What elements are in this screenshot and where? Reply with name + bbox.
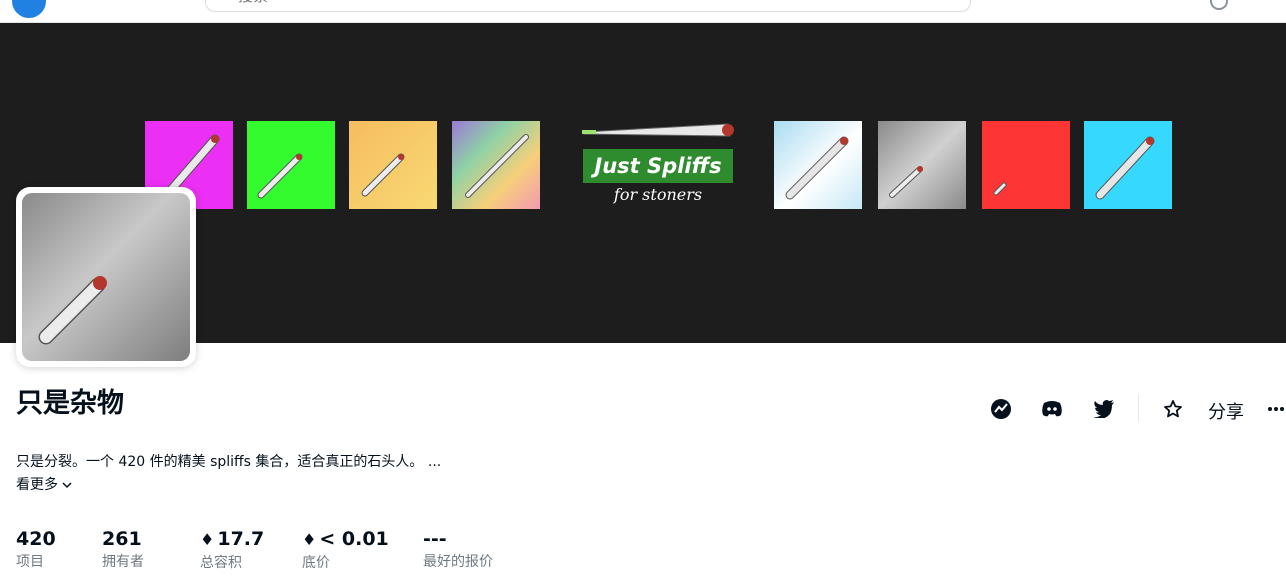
top-nav: ⌕ xyxy=(0,0,1286,23)
share-label: 分享 xyxy=(1208,402,1244,423)
actions-divider xyxy=(1138,395,1139,421)
stat-label: 最好的报价 xyxy=(423,554,493,570)
eth-icon: ♦ xyxy=(302,530,317,549)
account-icon[interactable] xyxy=(1210,0,1228,10)
brand-title: Just Spliffs xyxy=(583,149,733,183)
stat-best-offer[interactable]: --- 最好的报价 xyxy=(423,528,493,573)
twitter-icon[interactable] xyxy=(1090,393,1118,425)
banner-tile-lightblue xyxy=(774,121,862,209)
just-spliffs-logo: Just Spliffs for stoners xyxy=(578,118,738,213)
search-icon: ⌕ xyxy=(216,0,223,2)
stat-label: 项目 xyxy=(16,554,44,570)
banner-tile-green xyxy=(247,121,335,209)
share-button[interactable]: 分享 xyxy=(1204,395,1248,427)
chevron-down-icon xyxy=(62,482,72,489)
stat-value: 17.7 xyxy=(217,528,265,550)
banner-tile-cyan xyxy=(1084,121,1172,209)
stat-label: 拥有者 xyxy=(102,554,144,570)
avatar-image xyxy=(22,193,190,361)
collection-description: 只是分裂。一个 420 件的精美 spliffs 集合，适合真正的石头人。 ..… xyxy=(16,454,442,470)
star-icon[interactable] xyxy=(1161,393,1185,425)
stat-owners[interactable]: 261 拥有者 xyxy=(102,528,144,573)
stat-floor-price[interactable]: ♦ < 0.01 底价 xyxy=(302,528,389,574)
eth-icon: ♦ xyxy=(200,530,215,549)
opensea-logo[interactable] xyxy=(12,0,46,18)
stat-items[interactable]: 420 项目 xyxy=(16,528,56,573)
banner-tile-rainbow xyxy=(452,121,540,209)
stat-value: 420 xyxy=(16,528,56,550)
stat-total-volume[interactable]: ♦ 17.7 总容积 xyxy=(200,528,264,574)
brand-subtitle: for stoners xyxy=(613,185,703,204)
collection-title: 只是杂物 xyxy=(16,388,124,419)
more-options-icon[interactable] xyxy=(1265,393,1286,425)
collection-actions: 分享 xyxy=(985,393,1286,427)
see-more-label: 看更多 xyxy=(16,477,58,493)
stat-value: --- xyxy=(423,528,447,550)
banner-tile-silver xyxy=(878,121,966,209)
stat-value: 261 xyxy=(102,528,142,550)
collection-avatar xyxy=(16,187,196,367)
stat-label: 总容积 xyxy=(200,555,242,571)
banner-tile-yellow xyxy=(349,121,437,209)
stat-value: < 0.01 xyxy=(319,528,389,550)
stat-label: 底价 xyxy=(302,555,330,571)
discord-icon[interactable] xyxy=(1038,393,1066,425)
see-more-button[interactable]: 看更多 xyxy=(16,474,72,494)
search-input[interactable] xyxy=(238,0,838,11)
activity-icon[interactable] xyxy=(987,393,1015,425)
search-bar[interactable]: ⌕ xyxy=(205,0,971,12)
banner-tile-red xyxy=(982,121,1070,209)
